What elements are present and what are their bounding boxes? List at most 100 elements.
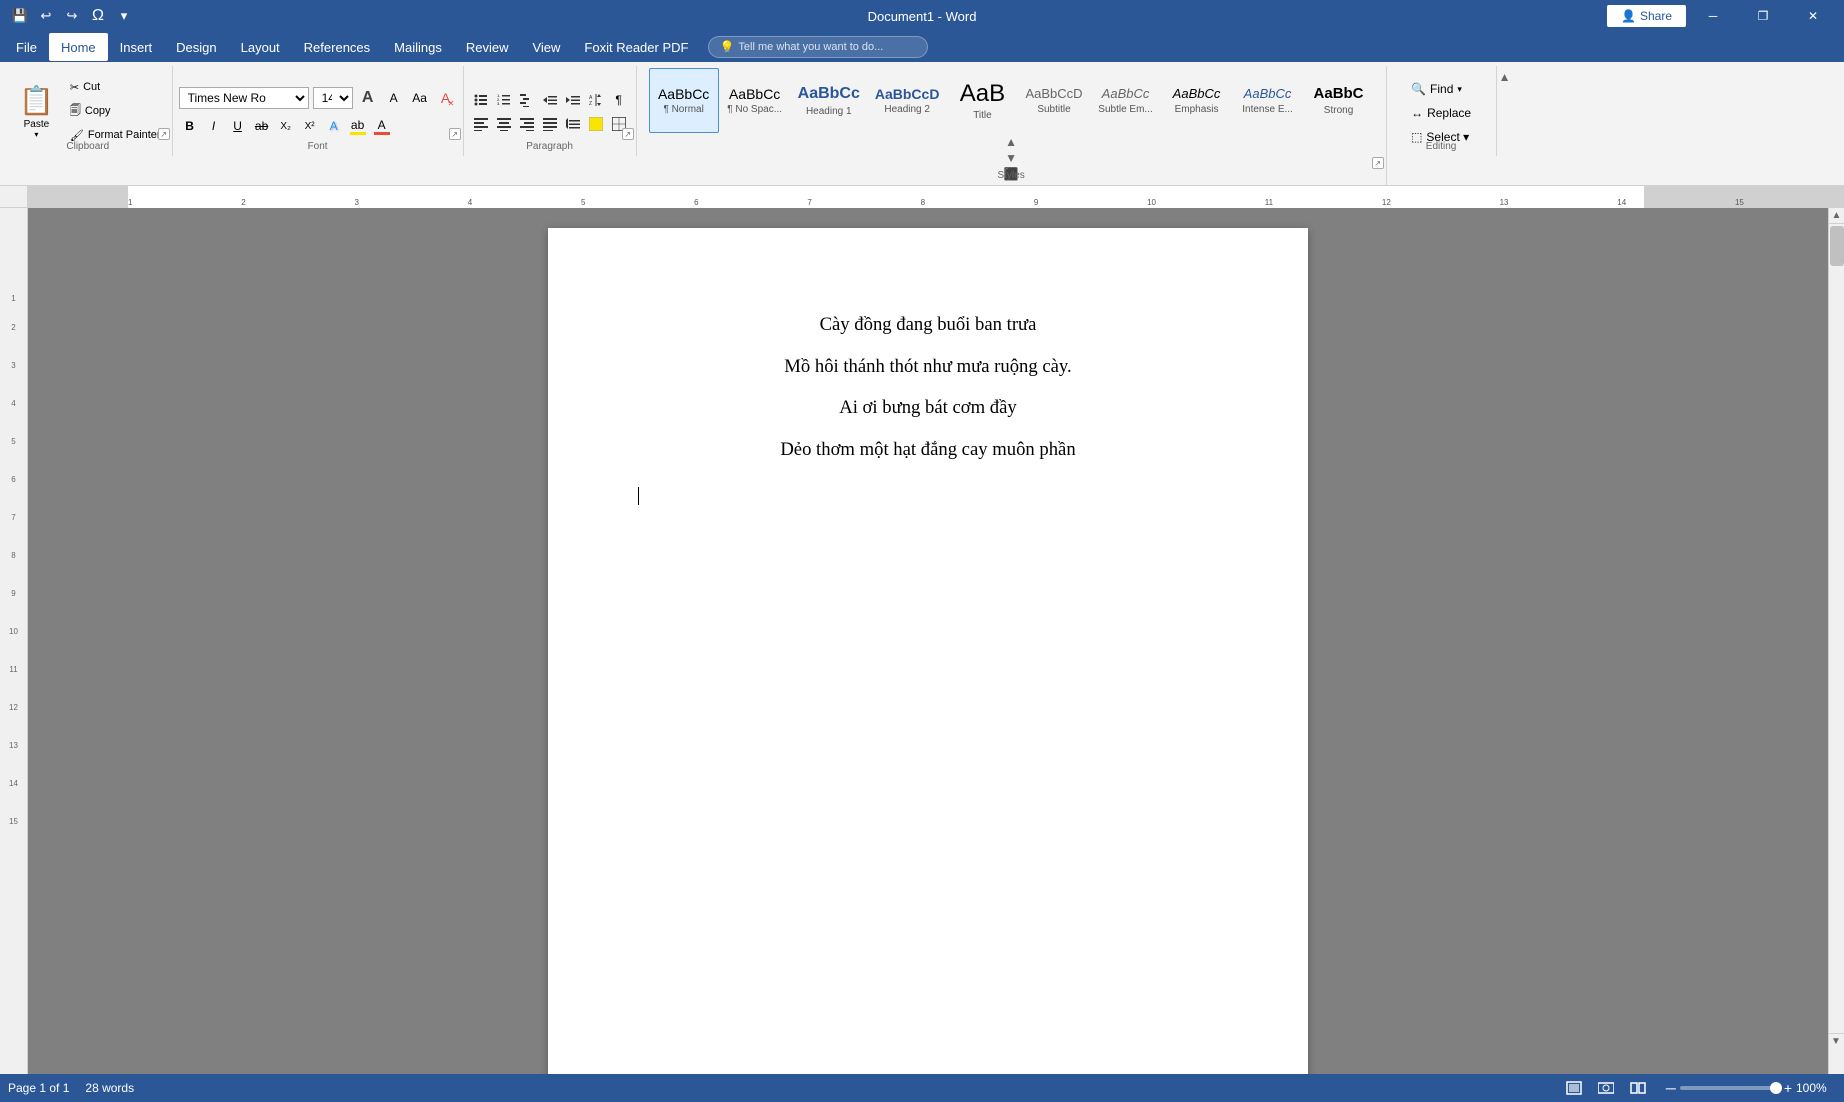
quick-access-toolbar: 💾 ↩ ↪ Ω ▾ — [8, 4, 136, 28]
style-intense-e-preview: AaBbCc — [1244, 86, 1292, 102]
document-content[interactable]: Cày đồng đang buổi ban trưa Mồ hôi thánh… — [638, 308, 1218, 512]
align-right-button[interactable] — [516, 113, 538, 135]
find-button[interactable]: 🔍 Find ▾ — [1404, 79, 1478, 99]
replace-button[interactable]: ↔ Replace — [1404, 103, 1478, 123]
underline-button[interactable]: U — [227, 115, 249, 137]
style-strong[interactable]: AaBbC Strong — [1304, 68, 1374, 133]
numbering-button[interactable]: 1.2.3. — [493, 89, 515, 111]
style-subtitle-label: Subtitle — [1037, 104, 1070, 115]
styles-expand-button[interactable]: ↗ — [1372, 157, 1384, 169]
redo-button[interactable]: ↪ — [60, 4, 84, 28]
restore-button[interactable]: ❐ — [1740, 0, 1786, 32]
document-area[interactable]: Cày đồng đang buổi ban trưa Mồ hôi thánh… — [28, 208, 1828, 1074]
more-qa-button[interactable]: ▾ — [112, 4, 136, 28]
menu-design[interactable]: Design — [164, 33, 228, 61]
customize-button[interactable]: Ω — [86, 4, 110, 28]
paragraph-expand-button[interactable]: ↗ — [622, 128, 634, 140]
tell-me-box[interactable]: 💡 Tell me what you want to do... — [708, 36, 928, 58]
font-row2: B I U ab X₂ X² A ab — [179, 115, 457, 137]
italic-button[interactable]: I — [203, 115, 225, 137]
scroll-down-button[interactable]: ▼ — [1828, 1033, 1844, 1049]
cut-button[interactable]: ✂ Cut — [65, 78, 166, 97]
style-normal[interactable]: AaBbCc ¶ Normal — [649, 68, 719, 133]
menu-foxit[interactable]: Foxit Reader PDF — [572, 33, 700, 61]
menu-mailings[interactable]: Mailings — [382, 33, 454, 61]
show-formatting-button[interactable]: ¶ — [608, 89, 630, 111]
undo-button[interactable]: ↩ — [34, 4, 58, 28]
read-mode-button[interactable] — [1626, 1078, 1650, 1098]
font-color-button[interactable]: A — [371, 115, 393, 137]
grow-font-button[interactable]: A — [357, 87, 379, 109]
line-spacing-button[interactable] — [562, 113, 584, 135]
shrink-font-button[interactable]: A — [383, 87, 405, 109]
sort-button[interactable]: AZ — [585, 89, 607, 111]
menu-file[interactable]: File — [4, 33, 49, 61]
print-layout-button[interactable] — [1562, 1078, 1586, 1098]
shading-button[interactable] — [585, 113, 607, 135]
copy-button[interactable]: 🗐 Copy — [65, 99, 166, 124]
styles-scroll-down[interactable]: ▼ — [1003, 151, 1019, 165]
style-heading1[interactable]: AaBbCc Heading 1 — [791, 68, 867, 133]
style-heading2[interactable]: AaBbCcD Heading 2 — [868, 68, 947, 133]
justify-button[interactable] — [539, 113, 561, 135]
font-expand-button[interactable]: ↗ — [449, 128, 461, 140]
increase-indent-button[interactable] — [562, 89, 584, 111]
decrease-indent-button[interactable] — [539, 89, 561, 111]
close-button[interactable]: ✕ — [1790, 0, 1836, 32]
font-name-select[interactable]: Times New Ro — [179, 87, 309, 109]
style-subtle-em-label: Subtle Em... — [1098, 104, 1152, 115]
menu-layout[interactable]: Layout — [229, 33, 292, 61]
ruler-area: 123456789101112131415 — [0, 186, 1844, 208]
menu-view[interactable]: View — [520, 33, 572, 61]
title-bar-right: 👤 Share ─ ❐ ✕ — [1607, 0, 1836, 32]
styles-scroll-up[interactable]: ▲ — [1003, 135, 1019, 149]
document-page[interactable]: Cày đồng đang buổi ban trưa Mồ hôi thánh… — [548, 228, 1308, 1074]
svg-text:Z: Z — [589, 101, 592, 107]
bullets-button[interactable] — [470, 89, 492, 111]
menu-review[interactable]: Review — [454, 33, 521, 61]
menu-insert[interactable]: Insert — [108, 33, 165, 61]
web-layout-button[interactable] — [1594, 1078, 1618, 1098]
style-normal-label: ¶ Normal — [663, 104, 703, 115]
style-title[interactable]: AaB Title — [947, 68, 1017, 133]
style-intense-emphasis[interactable]: AaBbCc Intense E... — [1233, 68, 1303, 133]
multilevel-button[interactable] — [516, 89, 538, 111]
style-nospace[interactable]: AaBbCc ¶ No Spac... — [720, 68, 790, 133]
para-row2 — [470, 113, 630, 135]
style-subtle-emphasis[interactable]: AaBbCc Subtle Em... — [1091, 68, 1161, 133]
scroll-thumb[interactable] — [1830, 226, 1844, 266]
text-highlight-button[interactable]: ab — [347, 115, 369, 137]
scroll-up-button[interactable]: ▲ — [1829, 208, 1844, 224]
zoom-slider-thumb[interactable] — [1770, 1082, 1782, 1094]
paste-button[interactable]: 📋 Paste ▾ — [10, 79, 63, 144]
menu-home[interactable]: Home — [49, 33, 108, 61]
superscript-button[interactable]: X² — [299, 115, 321, 137]
clear-formatting-button[interactable]: A✕ — [435, 87, 457, 109]
scissors-icon: ✂ — [70, 81, 79, 94]
minimize-button[interactable]: ─ — [1690, 0, 1736, 32]
zoom-level: 100% — [1796, 1081, 1836, 1095]
align-center-button[interactable] — [493, 113, 515, 135]
text-effects-button[interactable]: A — [323, 115, 345, 137]
zoom-in-button[interactable]: + — [1784, 1080, 1792, 1096]
ribbon-collapse-button[interactable]: ▲ — [1499, 70, 1511, 84]
font-size-select[interactable]: 14 — [313, 87, 353, 109]
strikethrough-button[interactable]: ab — [251, 115, 273, 137]
style-subtitle[interactable]: AaBbCcD Subtitle — [1018, 68, 1089, 133]
format-painter-icon: 🖌 — [70, 129, 84, 142]
paragraph-group-label: Paragraph — [526, 141, 573, 152]
subscript-button[interactable]: X₂ — [275, 115, 297, 137]
share-button[interactable]: 👤 Share — [1607, 5, 1686, 27]
bold-button[interactable]: B — [179, 115, 201, 137]
save-button[interactable]: 💾 — [8, 4, 32, 28]
zoom-slider[interactable] — [1680, 1086, 1780, 1090]
align-left-button[interactable] — [470, 113, 492, 135]
menu-references[interactable]: References — [292, 33, 382, 61]
style-nospace-preview: AaBbCc — [729, 86, 780, 103]
clipboard-expand-button[interactable]: ↗ — [158, 128, 170, 140]
style-emphasis[interactable]: AaBbCc Emphasis — [1162, 68, 1232, 133]
vertical-scrollbar[interactable]: ▲ ▼ — [1828, 208, 1844, 1074]
zoom-out-button[interactable]: ─ — [1666, 1080, 1676, 1096]
window-title: Document1 - Word — [868, 9, 977, 24]
change-case-button[interactable]: Aa — [409, 87, 431, 109]
